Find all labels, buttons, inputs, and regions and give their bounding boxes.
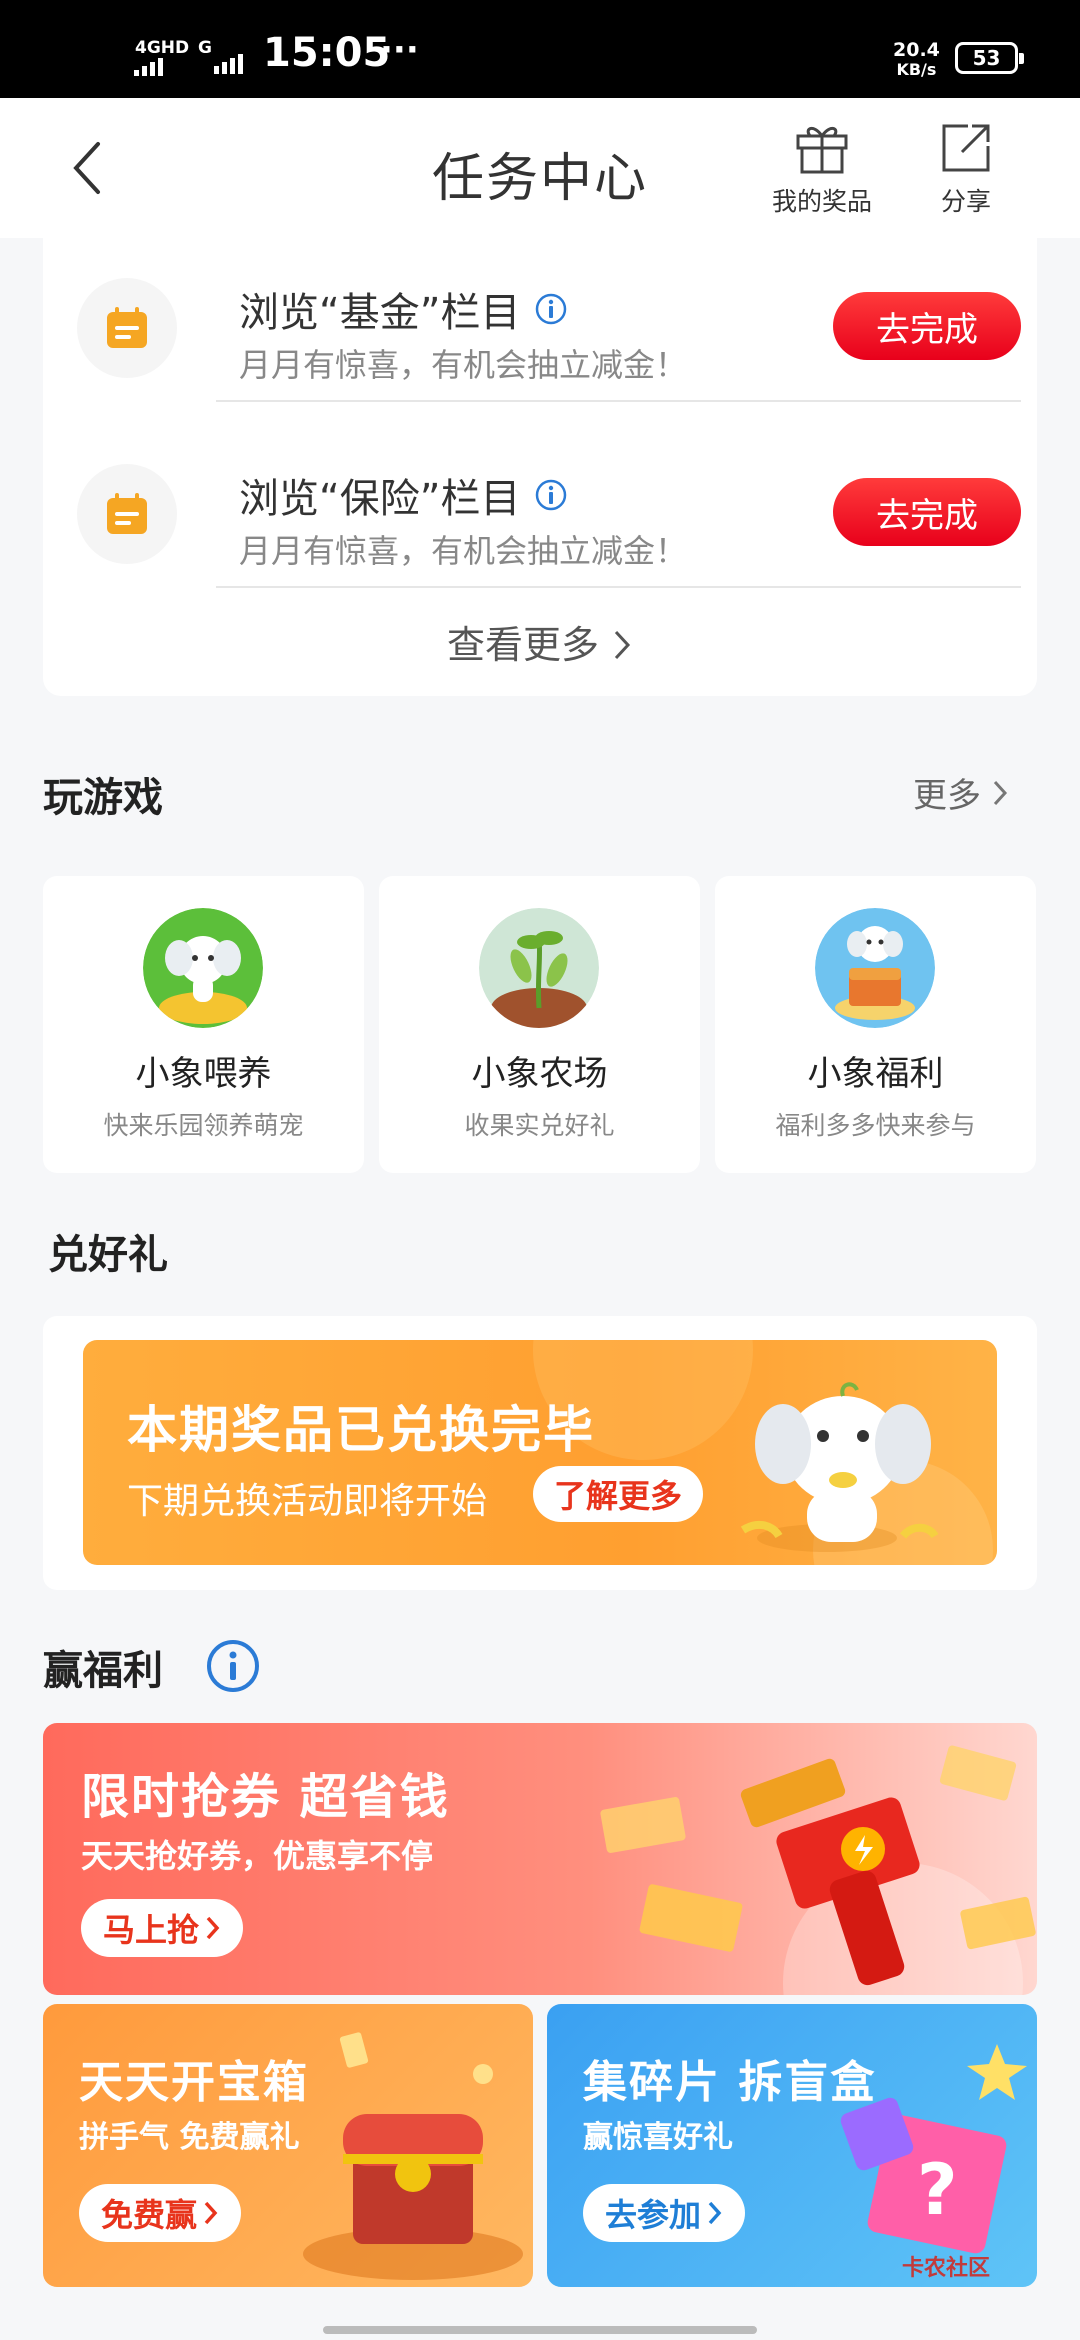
welfare-section-title: 赢福利 xyxy=(43,1648,163,1694)
task-title: 浏览“基金”栏目 xyxy=(239,280,568,338)
game-card-farm[interactable]: 小象农场 收果实兑好礼 xyxy=(379,876,700,1173)
redeem-section-title: 兑好礼 xyxy=(48,1232,168,1278)
free-win-button[interactable]: 免费赢 xyxy=(79,2184,242,2242)
signal-icon-1 xyxy=(134,58,163,76)
blind-box-title: 集碎片 拆盲盒 xyxy=(583,2057,877,2108)
network-type-1: 4GHD xyxy=(135,38,190,58)
learn-more-button[interactable]: 了解更多 xyxy=(533,1466,703,1522)
game-name: 小象喂养 xyxy=(135,1054,272,1094)
network-speed: 20.4 KB/s xyxy=(893,39,940,79)
game-description: 快来乐园领养萌宠 xyxy=(103,1111,304,1140)
redeem-card: 本期奖品已兑换完毕 下期兑换活动即将开始 了解更多 xyxy=(43,1316,1037,1590)
home-indicator[interactable] xyxy=(323,2326,757,2334)
coupon-banner[interactable]: 限时抢券 超省钱 天天抢好券，优惠享不停 马上抢 xyxy=(43,1723,1037,1995)
chevron-right-icon xyxy=(204,2201,218,2225)
chevron-right-icon xyxy=(206,1916,220,1940)
bean-sprout-icon xyxy=(479,908,599,1028)
share-button[interactable]: 分享 xyxy=(938,120,994,218)
treasure-box-title: 天天开宝箱 xyxy=(79,2057,309,2108)
grab-now-button[interactable]: 马上抢 xyxy=(81,1899,244,1957)
chevron-right-icon xyxy=(708,2201,722,2225)
my-prizes-button[interactable]: 我的奖品 xyxy=(772,120,872,218)
clock: 15:05 xyxy=(263,30,391,76)
coupon-banner-title: 限时抢券 超省钱 xyxy=(81,1769,450,1825)
page-title: 任务中心 xyxy=(431,149,648,209)
elephant-treasure-icon xyxy=(815,908,935,1028)
gift-icon xyxy=(796,127,848,174)
more-notifications-icon: ··· xyxy=(380,30,419,70)
see-more-link[interactable]: 查看更多 xyxy=(43,614,1037,669)
svg-text:?: ? xyxy=(917,2149,958,2231)
info-icon xyxy=(536,293,567,325)
calendar-icon xyxy=(77,464,177,564)
calendar-icon xyxy=(77,278,177,378)
divider xyxy=(216,400,1021,402)
banner-subtitle: 下期兑换活动即将开始 xyxy=(127,1481,488,1522)
games-more-link[interactable]: 更多 xyxy=(913,768,1009,817)
share-label: 分享 xyxy=(940,187,991,216)
game-name: 小象农场 xyxy=(471,1054,608,1094)
chevron-right-icon xyxy=(614,630,631,660)
signal-icon-2 xyxy=(214,54,243,74)
task-subtitle: 月月有惊喜，有机会抽立减金！ xyxy=(239,346,688,384)
divider xyxy=(216,586,1021,588)
treasure-box-subtitle: 拼手气 免费赢礼 xyxy=(79,2120,300,2155)
blind-box-banner[interactable]: ? 集碎片 拆盲盒 赢惊喜好礼 去参加 xyxy=(547,2004,1037,2287)
complete-task-button[interactable]: 去完成 xyxy=(833,478,1021,546)
join-button[interactable]: 去参加 xyxy=(583,2184,746,2242)
redeem-banner[interactable]: 本期奖品已兑换完毕 下期兑换活动即将开始 了解更多 xyxy=(83,1340,997,1565)
chevron-right-icon xyxy=(993,780,1008,805)
game-description: 收果实兑好礼 xyxy=(464,1111,615,1140)
elephant-feeding-icon xyxy=(143,908,263,1028)
status-bar: 4GHD G 15:05 ··· 20.4 KB/s 53 xyxy=(0,0,1080,98)
game-card-welfare[interactable]: 小象福利 福利多多快来参与 xyxy=(715,876,1036,1173)
my-prizes-label: 我的奖品 xyxy=(772,187,873,216)
share-icon xyxy=(942,124,990,172)
task-list-card: 浏览“基金”栏目 月月有惊喜，有机会抽立减金！ 去完成 浏览“保险”栏目 月月有… xyxy=(43,238,1037,696)
game-description: 福利多多快来参与 xyxy=(775,1111,976,1140)
network-type-2: G xyxy=(198,38,212,58)
info-icon[interactable] xyxy=(205,1638,261,1698)
treasure-box-banner[interactable]: 天天开宝箱 拼手气 免费赢礼 免费赢 xyxy=(43,2004,533,2287)
top-header: 任务中心 我的奖品 分享 xyxy=(0,98,1080,238)
watermark: 卡农社区 xyxy=(902,2256,991,2281)
task-subtitle: 月月有惊喜，有机会抽立减金！ xyxy=(239,532,688,570)
coupon-banner-subtitle: 天天抢好券，优惠享不停 xyxy=(81,1837,434,1875)
game-name: 小象福利 xyxy=(807,1054,944,1094)
task-title: 浏览“保险”栏目 xyxy=(239,466,568,524)
task-row: 浏览“基金”栏目 月月有惊喜，有机会抽立减金！ 去完成 xyxy=(43,258,1037,444)
task-row: 浏览“保险”栏目 月月有惊喜，有机会抽立减金！ 去完成 xyxy=(43,444,1037,630)
blind-box-subtitle: 赢惊喜好礼 xyxy=(583,2120,733,2155)
info-icon xyxy=(536,479,567,511)
banner-title: 本期奖品已兑换完毕 xyxy=(127,1401,595,1459)
games-section-title: 玩游戏 xyxy=(43,775,163,821)
game-card-feeding[interactable]: 小象喂养 快来乐园领养萌宠 xyxy=(43,876,364,1173)
battery-icon: 53 xyxy=(955,42,1024,74)
complete-task-button[interactable]: 去完成 xyxy=(833,292,1021,360)
